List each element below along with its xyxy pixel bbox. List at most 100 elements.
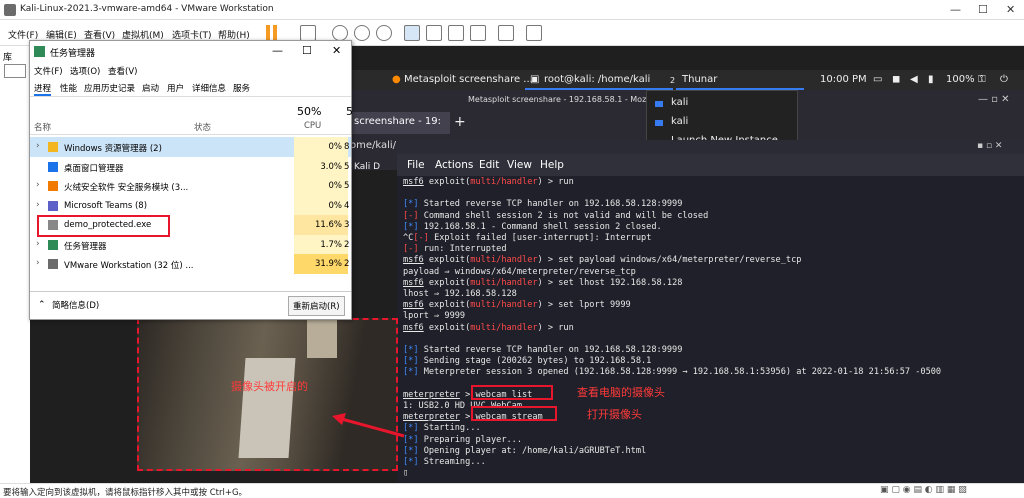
column-cpu[interactable]: CPU <box>304 121 321 131</box>
lock-icon[interactable]: ⚿ <box>978 74 986 85</box>
volume-icon[interactable]: ◀ <box>910 74 918 85</box>
terminal-icon[interactable] <box>498 25 514 41</box>
chevron-right-icon[interactable]: › <box>36 180 40 190</box>
terminal-output[interactable]: msf6 exploit(multi/handler) > run [*] St… <box>403 177 941 479</box>
thunar-item-kali-1[interactable]: kali <box>671 97 688 108</box>
unity-icon[interactable] <box>470 25 486 41</box>
table-row[interactable]: 桌面窗口管理器 3.0% 5 <box>30 156 351 177</box>
tab-users[interactable]: 用户 <box>167 82 184 94</box>
process-memory: 8 <box>344 142 350 152</box>
process-name: Microsoft Teams (8) <box>64 200 148 211</box>
battery-level: 100% <box>946 74 975 85</box>
process-name: Windows 资源管理器 (2) <box>64 144 162 154</box>
process-memory: 2 <box>344 259 350 269</box>
terminal-menu-actions[interactable]: Actions <box>435 159 473 171</box>
table-row[interactable]: › VMware Workstation (32 位) ... 31.9% 2 <box>30 254 351 274</box>
folder-icon <box>655 120 663 126</box>
terminal-titlebar: ▪ ▫ ✕ <box>397 140 1024 154</box>
chevron-up-icon[interactable]: ⌃ <box>38 300 46 310</box>
fullscreen-icon[interactable] <box>448 25 464 41</box>
terminal-window: ▪ ▫ ✕ File Actions Edit View Help msf6 e… <box>397 140 1024 485</box>
highlight-webcam-list <box>471 385 553 400</box>
taskbar-terminal[interactable]: root@kali: /home/kali <box>544 74 650 85</box>
battery-icon: ▮ <box>928 74 934 85</box>
vmware-status-bar: 要将输入定向到该虚拟机，请将鼠标指针移入其中或按 Ctrl+G。 ▣ ▢ ◉ ▤… <box>0 483 1024 498</box>
cpu-total: 50% <box>297 105 322 118</box>
chevron-right-icon[interactable]: › <box>36 258 40 268</box>
device-icons[interactable]: ▣ ▢ ◉ ▤ ◐ ▥ ▦ ▧ <box>880 485 967 495</box>
chevron-right-icon[interactable]: › <box>36 141 40 151</box>
terminal-menu-bar: File Actions Edit View Help <box>397 154 1024 176</box>
library-search-input[interactable] <box>4 64 26 78</box>
stretch-icon[interactable] <box>526 25 542 41</box>
task-manager-icon <box>34 46 45 57</box>
terminal-menu-help[interactable]: Help <box>540 159 564 171</box>
send-keys-icon[interactable] <box>300 25 316 41</box>
kali-docs-bookmark[interactable]: Kali D <box>354 162 380 172</box>
process-cpu: 0% <box>294 195 348 216</box>
task-manager-window: 任务管理器 — ☐ ✕ 文件(F) 选项(O) 查看(V) 进程 性能 应用历史… <box>29 40 353 320</box>
tm-minimize-button[interactable]: — <box>272 44 283 57</box>
terminal-window-controls[interactable]: ▪ ▫ ✕ <box>977 141 1002 151</box>
taskbar-firefox[interactable]: Metasploit screenshare ... <box>404 74 533 85</box>
revert-snapshot-icon[interactable] <box>354 25 370 41</box>
table-row[interactable]: › 任务管理器 1.7% 2 <box>30 234 351 255</box>
minimize-button[interactable]: — <box>950 3 961 16</box>
chevron-right-icon[interactable]: › <box>36 239 40 249</box>
pause-icon[interactable] <box>266 25 278 40</box>
process-icon <box>48 200 58 211</box>
tab-services[interactable]: 服务 <box>233 82 250 94</box>
tab-startup[interactable]: 启动 <box>142 82 159 94</box>
terminal-menu-edit[interactable]: Edit <box>479 159 499 171</box>
annotation-webcam-stream: 打开摄像头 <box>587 408 642 421</box>
chevron-right-icon[interactable]: › <box>36 200 40 210</box>
process-icon <box>48 259 58 269</box>
process-cpu: 31.9% <box>294 254 348 274</box>
new-tab-button[interactable]: + <box>454 114 466 130</box>
brief-info-button[interactable]: 简略信息(D) <box>52 299 99 311</box>
column-name[interactable]: 名称 <box>34 121 51 133</box>
process-name: 任务管理器 <box>64 241 107 252</box>
view-sidebar-icon[interactable] <box>404 25 420 41</box>
process-cpu: 0% <box>294 176 348 196</box>
restart-button[interactable]: 重新启动(R) <box>288 296 345 316</box>
firefox-tab[interactable]: screenshare - 19: <box>350 112 450 134</box>
table-row[interactable]: › Microsoft Teams (8) 0% 4 <box>30 195 351 216</box>
tab-app-history[interactable]: 应用历史记录 <box>84 82 135 94</box>
notification-icon[interactable]: ◼ <box>892 74 900 85</box>
process-icon <box>48 181 58 191</box>
maximize-button[interactable]: ☐ <box>978 3 988 16</box>
task-manager-titlebar: 任务管理器 — ☐ ✕ <box>30 41 351 63</box>
terminal-menu-file[interactable]: File <box>407 159 425 171</box>
tm-close-button[interactable]: ✕ <box>332 44 341 57</box>
tab-details[interactable]: 详细信息 <box>192 82 226 94</box>
snapshot-manager-icon[interactable] <box>376 25 392 41</box>
process-icon <box>48 239 58 250</box>
table-row[interactable]: › Windows 资源管理器 (2) 0% 8 <box>30 137 351 157</box>
window-title: Kali-Linux-2021.3-vmware-amd64 - VMware … <box>20 4 274 14</box>
tab-processes[interactable]: 进程 <box>34 82 52 96</box>
tm-menu-file[interactable]: 文件(F) <box>34 65 63 77</box>
tm-maximize-button[interactable]: ☐ <box>302 44 312 57</box>
column-status[interactable]: 状态 <box>194 121 211 133</box>
thunar-item-kali-2[interactable]: kali <box>671 116 688 127</box>
power-icon[interactable]: ⏻ <box>1000 74 1008 85</box>
tab-performance[interactable]: 性能 <box>60 82 77 94</box>
tm-menu-options[interactable]: 选项(O) <box>70 65 100 77</box>
process-memory: 3 <box>344 220 350 230</box>
folder-icon <box>655 101 663 107</box>
monitor-icon[interactable]: ▭ <box>873 74 882 85</box>
tm-menu-view[interactable]: 查看(V) <box>108 65 137 77</box>
vmware-title-bar: Kali-Linux-2021.3-vmware-amd64 - VMware … <box>0 0 1024 20</box>
taskbar-thunar[interactable]: Thunar <box>682 74 717 85</box>
close-button[interactable]: ✕ <box>1006 3 1015 16</box>
table-row[interactable]: › 火绒安全软件 安全服务模块 (3... 0% 5 <box>30 176 351 196</box>
firefox-window-controls[interactable]: — ▫ ✕ <box>978 94 1010 105</box>
snapshot-icon[interactable] <box>332 25 348 41</box>
process-memory: 2 <box>344 239 350 250</box>
thunar-badge: 2 <box>670 76 676 85</box>
highlight-demo-protected <box>37 215 170 237</box>
library-label: 库 <box>3 53 13 63</box>
terminal-menu-view[interactable]: View <box>507 159 532 171</box>
view-console-icon[interactable] <box>426 25 442 41</box>
